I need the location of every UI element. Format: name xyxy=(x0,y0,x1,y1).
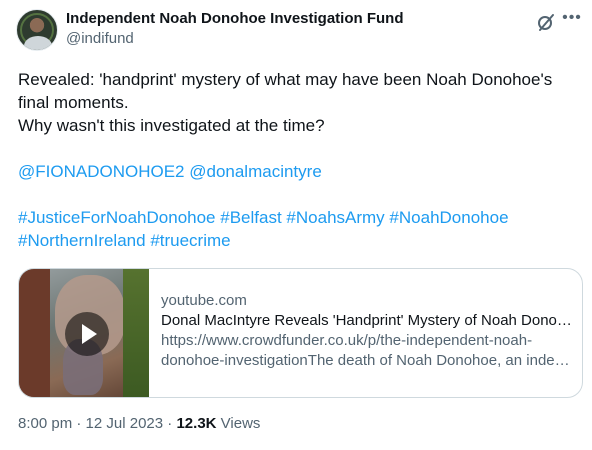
tweet-line: final moments. xyxy=(18,93,129,112)
more-icon[interactable]: ••• xyxy=(562,10,582,31)
author-avatar[interactable] xyxy=(16,9,58,51)
tweet-time[interactable]: 8:00 pm xyxy=(18,415,72,432)
avatar-figure xyxy=(24,36,52,50)
author-name[interactable]: Independent Noah Donohoe Investigation F… xyxy=(66,9,532,29)
hashtag-link[interactable]: #truecrime xyxy=(150,231,230,250)
card-description: https://www.crowdfunder.co.uk/p/the-inde… xyxy=(161,332,533,349)
card-description: donohoe-investigationThe death of Noah D… xyxy=(161,352,573,369)
tweet-line: Why wasn't this investigated at the time… xyxy=(18,116,325,135)
mention-link[interactable]: @donalmacintyre xyxy=(189,162,322,181)
card-domain: youtube.com xyxy=(161,292,247,309)
tweet-date[interactable]: 12 Jul 2023 xyxy=(86,415,164,432)
card-title[interactable]: Donal MacIntyre Reveals 'Handprint' Myst… xyxy=(161,311,573,331)
author-handle[interactable]: @indifund xyxy=(66,29,532,49)
mentions-line: @FIONADONOHOE2 @donalmacintyre xyxy=(18,160,583,183)
thumbnail-foliage xyxy=(123,269,149,397)
grok-icon[interactable] xyxy=(536,12,556,32)
mention-link[interactable]: @FIONADONOHOE2 xyxy=(18,162,185,181)
tweet-header: Independent Noah Donohoe Investigation F… xyxy=(66,9,532,49)
hashtag-link[interactable]: #JusticeForNoahDonohoe xyxy=(18,208,216,227)
hashtags-line: #NorthernIreland #truecrime xyxy=(18,229,583,252)
play-icon[interactable] xyxy=(65,312,109,356)
hashtag-link[interactable]: #NorthernIreland xyxy=(18,231,146,250)
tweet-text: Revealed: 'handprint' mystery of what ma… xyxy=(18,68,583,252)
views-count[interactable]: 12.3K xyxy=(176,415,216,432)
views-label: Views xyxy=(220,415,261,432)
hashtags-line: #JusticeForNoahDonohoe #Belfast #NoahsAr… xyxy=(18,206,583,229)
tweet-line: Revealed: 'handprint' mystery of what ma… xyxy=(18,70,553,89)
link-preview-card[interactable]: youtube.com Donal MacIntyre Reveals 'Han… xyxy=(18,268,583,398)
hashtag-link[interactable]: #NoahsArmy xyxy=(286,208,384,227)
tweet-meta: 8:00 pm · 12 Jul 2023 · 12.3K Views xyxy=(18,414,260,434)
meta-separator: · xyxy=(167,415,173,432)
meta-separator: · xyxy=(76,415,82,432)
card-info: youtube.com Donal MacIntyre Reveals 'Han… xyxy=(161,291,573,371)
video-thumbnail[interactable] xyxy=(19,269,149,397)
hashtag-link[interactable]: #NoahDonohoe xyxy=(389,208,508,227)
hashtag-link[interactable]: #Belfast xyxy=(220,208,281,227)
